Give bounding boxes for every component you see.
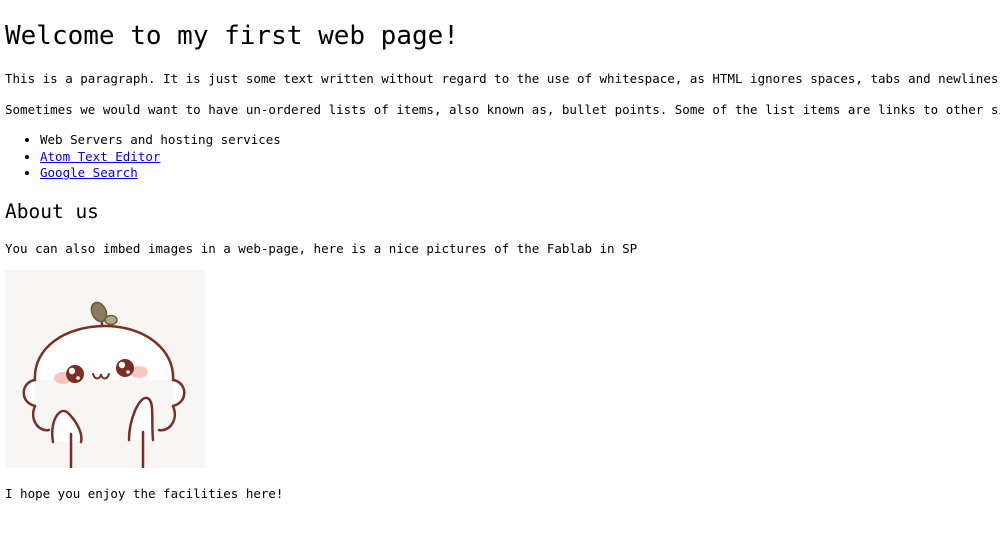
page-body: { "heading": "Welcome to my first web pa… [0, 0, 1000, 540]
list-intro-paragraph: Sometimes we would want to have un-order… [5, 102, 1000, 117]
list-item-google: Google Search [40, 165, 281, 182]
list-item-label: Web Servers and hosting services [40, 132, 281, 147]
closing-paragraph: I hope you enjoy the facilities here! [5, 486, 284, 501]
page-title: Welcome to my first web page! [5, 21, 459, 51]
list-item-web-servers: Web Servers and hosting services [40, 132, 281, 149]
fablab-image [5, 270, 205, 468]
intro-paragraph: This is a paragraph. It is just some tex… [5, 71, 1000, 86]
mochi-character-illustration [22, 301, 186, 468]
atom-text-editor-link[interactable]: Atom Text Editor [40, 149, 160, 164]
list-item-atom: Atom Text Editor [40, 149, 281, 166]
about-paragraph: You can also imbed images in a web-page,… [5, 241, 638, 256]
bullet-list: Web Servers and hosting services Atom Te… [5, 132, 281, 182]
about-heading: About us [5, 200, 99, 223]
google-search-link[interactable]: Google Search [40, 165, 138, 180]
